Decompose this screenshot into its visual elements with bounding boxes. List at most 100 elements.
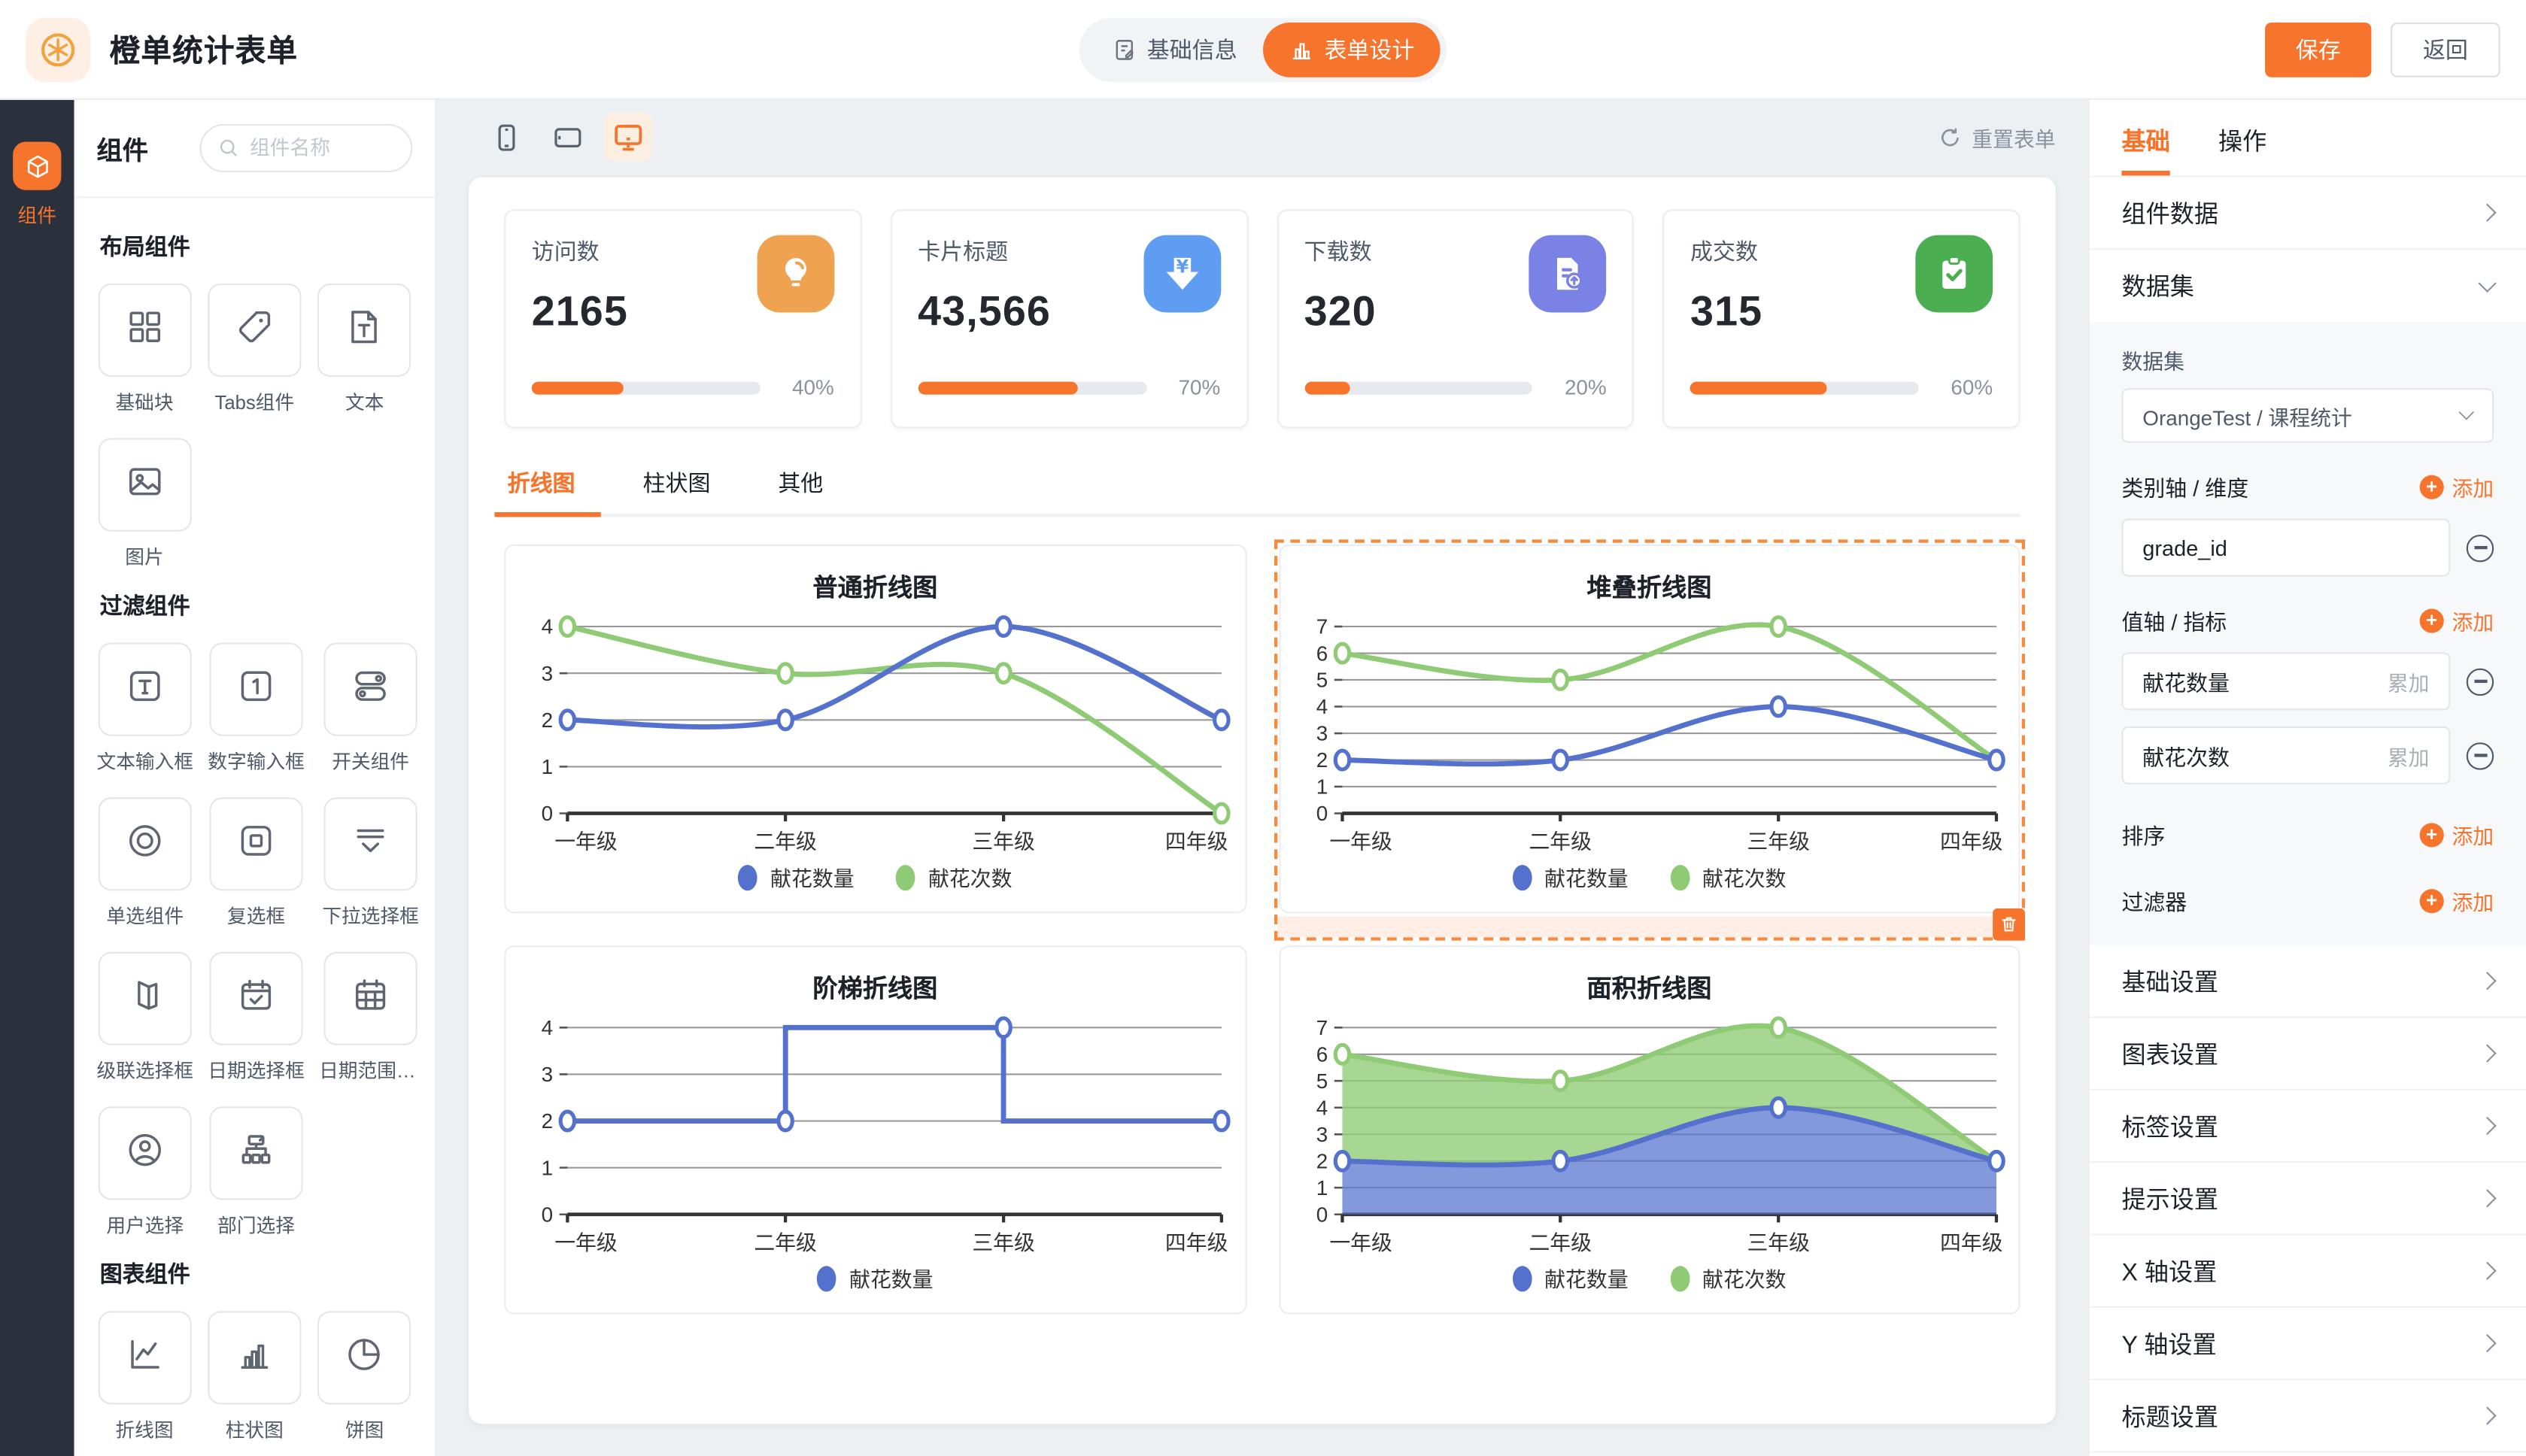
chart-card-1[interactable]: 堆叠折线图 01234567一年级二年级三年级四年级 献花数量献花次数: [1278, 544, 2020, 913]
component-tile-checkbox[interactable]: 复选框: [208, 797, 305, 930]
search-icon: [217, 137, 240, 159]
remove-circle-icon[interactable]: [2467, 668, 2494, 695]
component-tile-radio[interactable]: 单选组件: [96, 797, 193, 930]
component-tile-image[interactable]: 图片: [96, 438, 192, 571]
chevron-down-icon: [2478, 274, 2496, 292]
add-sort-button[interactable]: + 添加: [2420, 819, 2494, 850]
component-tile-label: 日期范围选择框: [319, 1057, 422, 1084]
component-tile-calendar-grid[interactable]: 日期范围选择框: [319, 952, 422, 1084]
component-tile-file-text[interactable]: 文本: [317, 284, 412, 416]
chart-tab-柱状图[interactable]: 柱状图: [639, 467, 714, 514]
settings-row-图表设置[interactable]: 图表设置: [2090, 1018, 2526, 1090]
component-tile-label: 折线图: [115, 1415, 173, 1442]
nav-rail: 组件: [0, 100, 74, 1456]
settings-row-提示设置[interactable]: 提示设置: [2090, 1163, 2526, 1235]
tag-icon: [233, 305, 275, 355]
component-tile-grid[interactable]: 基础块: [96, 284, 192, 416]
stat-card-title: 访问数: [532, 235, 628, 268]
chart-plot: 01234一年级二年级三年级四年级: [519, 607, 1232, 861]
chart-card-2[interactable]: 阶梯折线图 01234一年级二年级三年级四年级 献花数量: [504, 945, 1246, 1314]
chart-card-3[interactable]: 面积折线图 01234567一年级二年级三年级四年级 献花数量献花次数: [1278, 945, 2020, 1314]
device-tablet-button[interactable]: [543, 113, 591, 161]
component-tile-dept[interactable]: 部门选择: [208, 1106, 305, 1239]
metric-field[interactable]: 献花次数累加: [2121, 726, 2450, 784]
component-tile-pie-chart[interactable]: 饼图: [317, 1311, 412, 1443]
component-data-row[interactable]: 组件数据: [2090, 177, 2526, 250]
save-button[interactable]: 保存: [2265, 22, 2371, 77]
chart-tab-折线图[interactable]: 折线图: [504, 467, 578, 514]
add-filter-button[interactable]: + 添加: [2420, 885, 2494, 916]
search-input[interactable]: [250, 137, 395, 159]
component-tile-switch[interactable]: 开关组件: [319, 642, 422, 775]
chart-plot: 01234567一年级二年级三年级四年级: [1293, 607, 2006, 861]
component-tile-label: 复选框: [227, 902, 285, 929]
add-dimension-button[interactable]: + 添加: [2420, 471, 2494, 502]
component-search[interactable]: [200, 124, 413, 172]
chart-plot: 01234567一年级二年级三年级四年级: [1293, 1009, 2006, 1263]
component-tile-label: 单选组件: [106, 902, 184, 929]
back-button[interactable]: 返回: [2391, 22, 2500, 77]
settings-row-基础设置[interactable]: 基础设置: [2090, 945, 2526, 1018]
component-tile-cascade[interactable]: 级联选择框: [96, 952, 193, 1084]
tab-form-design[interactable]: 表单设计: [1263, 22, 1441, 77]
remove-circle-icon[interactable]: [2467, 534, 2494, 561]
chart-title: 堆叠折线图: [1293, 569, 2006, 604]
component-tile-label: 图片: [125, 543, 163, 570]
rail-components-button[interactable]: [13, 141, 61, 190]
chart-tab-其他[interactable]: 其他: [775, 467, 827, 514]
stat-card[interactable]: 下载数 320 20%: [1277, 209, 1634, 428]
sort-label: 排序: [2121, 818, 2165, 851]
svg-text:二年级: 二年级: [1528, 1231, 1591, 1254]
dimension-field[interactable]: grade_id: [2121, 519, 2450, 577]
metric-field[interactable]: 献花数量累加: [2121, 652, 2450, 710]
dataset-collapse-row[interactable]: 数据集: [2090, 250, 2526, 322]
chevron-right-icon: [2478, 1262, 2496, 1280]
component-tile-select[interactable]: 下拉选择框: [319, 797, 422, 930]
component-tile-input-text[interactable]: 文本输入框: [96, 642, 193, 775]
delete-chart-button[interactable]: [1993, 908, 2025, 941]
progress-bar: [1304, 381, 1533, 393]
settings-row-X 轴设置[interactable]: X 轴设置: [2090, 1236, 2526, 1308]
device-phone-button[interactable]: [481, 113, 530, 161]
component-tile-bar-chart[interactable]: 柱状图: [207, 1311, 302, 1443]
component-tile-label: 级联选择框: [96, 1057, 193, 1084]
component-tile-calendar-check[interactable]: 日期选择框: [208, 952, 305, 1084]
stat-card[interactable]: 卡片标题 43,566 ¥ 70%: [891, 209, 1248, 428]
remove-circle-icon[interactable]: [2467, 742, 2494, 769]
stat-card[interactable]: 访问数 2165 40%: [504, 209, 861, 428]
svg-text:四年级: 四年级: [1939, 830, 2002, 854]
form-doc-icon: [1112, 36, 1137, 62]
mode-switch: 基础信息 表单设计: [1079, 17, 1447, 81]
dataset-section: 数据集 OrangeTest / 课程统计 类别轴 / 维度 + 添加 grad…: [2090, 322, 2526, 945]
svg-text:二年级: 二年级: [754, 830, 817, 854]
reset-form-button[interactable]: 重置表单: [1938, 122, 2055, 153]
stat-card[interactable]: 成交数 315 60%: [1663, 209, 2020, 428]
component-tile-label: 柱状图: [226, 1415, 284, 1442]
tab-basic-info[interactable]: 基础信息: [1085, 22, 1263, 77]
settings-row-标签设置[interactable]: 标签设置: [2090, 1090, 2526, 1163]
svg-text:2: 2: [542, 1109, 553, 1133]
settings-row-Y 轴设置[interactable]: Y 轴设置: [2090, 1308, 2526, 1380]
chart-title: 阶梯折线图: [519, 969, 1232, 1005]
device-monitor-button[interactable]: [604, 113, 652, 161]
bar-chart-icon: [233, 1333, 275, 1382]
add-metric-button[interactable]: + 添加: [2420, 605, 2494, 635]
chevron-right-icon: [2478, 1189, 2496, 1207]
metric-row: 献花次数累加: [2121, 726, 2494, 784]
settings-row-标题设置[interactable]: 标题设置: [2090, 1380, 2526, 1452]
svg-text:1: 1: [1316, 775, 1327, 799]
tab-actions[interactable]: 操作: [2218, 124, 2266, 176]
component-tile-input-number[interactable]: 数字输入框: [208, 642, 305, 775]
metric-row: 献花数量累加: [2121, 652, 2494, 710]
progress-bar: [1690, 381, 1919, 393]
header-actions: 保存 返回: [2265, 22, 2500, 77]
component-tile-user[interactable]: 用户选择: [96, 1106, 193, 1239]
component-tile-tag[interactable]: Tabs组件: [207, 284, 302, 416]
component-tile-line-chart[interactable]: 折线图: [96, 1311, 192, 1443]
tab-basic[interactable]: 基础: [2121, 124, 2169, 176]
dataset-select[interactable]: OrangeTest / 课程统计: [2121, 388, 2494, 443]
legend-item: 献花次数: [1670, 1263, 1786, 1294]
chart-card-0[interactable]: 普通折线图 01234一年级二年级三年级四年级 献花数量献花次数: [504, 544, 1246, 913]
chart-slot: 堆叠折线图 01234567一年级二年级三年级四年级 献花数量献花次数: [1278, 544, 2020, 913]
stat-card-value: 2165: [532, 287, 628, 336]
